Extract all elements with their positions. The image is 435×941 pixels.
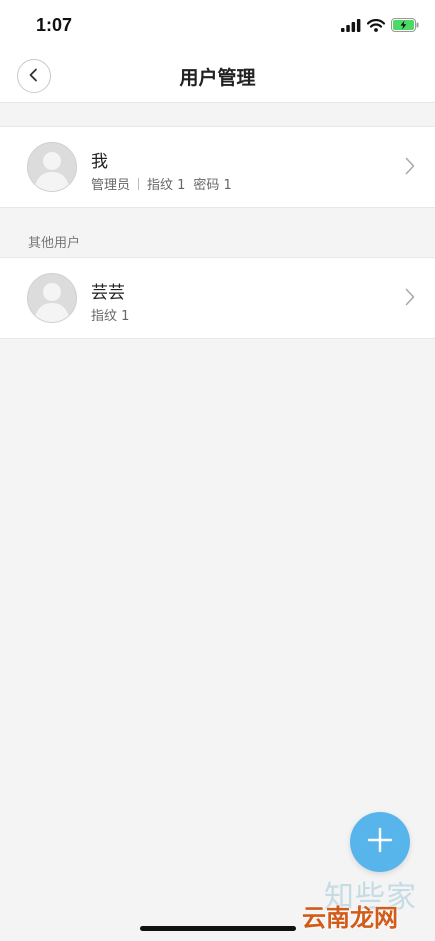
avatar <box>27 142 77 192</box>
fingerprint-count: 指纹 1 <box>91 309 130 324</box>
chevron-right-icon <box>405 288 415 310</box>
divider <box>138 177 140 190</box>
status-icons <box>341 17 419 36</box>
user-row-me[interactable]: 我 管理员 指纹 1 密码 1 <box>0 126 435 208</box>
nav-bar: 用户管理 <box>0 52 435 103</box>
user-details: 管理员 指纹 1 密码 1 <box>91 174 232 193</box>
wifi-icon <box>366 17 386 36</box>
signal-icon <box>341 17 361 36</box>
status-bar: 1:07 <box>0 0 435 52</box>
status-time: 1:07 <box>36 15 73 35</box>
page-title: 用户管理 <box>179 67 256 89</box>
password-count: 密码 1 <box>193 178 232 193</box>
battery-charging-icon <box>391 17 419 36</box>
home-indicator[interactable] <box>140 926 296 931</box>
plus-icon <box>367 827 393 857</box>
section-label-other-users: 其他用户 <box>28 236 81 251</box>
user-row-other[interactable]: 芸芸 指纹 1 <box>0 257 435 339</box>
user-name: 我 <box>91 152 108 172</box>
avatar <box>27 273 77 323</box>
user-details: 指纹 1 <box>91 305 129 324</box>
chevron-right-icon <box>405 157 415 179</box>
user-name: 芸芸 <box>91 283 125 303</box>
fingerprint-count: 指纹 1 <box>147 178 186 193</box>
watermark-text: 云南龙网 <box>302 904 398 932</box>
role-label: 管理员 <box>91 178 131 193</box>
add-user-button[interactable] <box>350 812 410 872</box>
